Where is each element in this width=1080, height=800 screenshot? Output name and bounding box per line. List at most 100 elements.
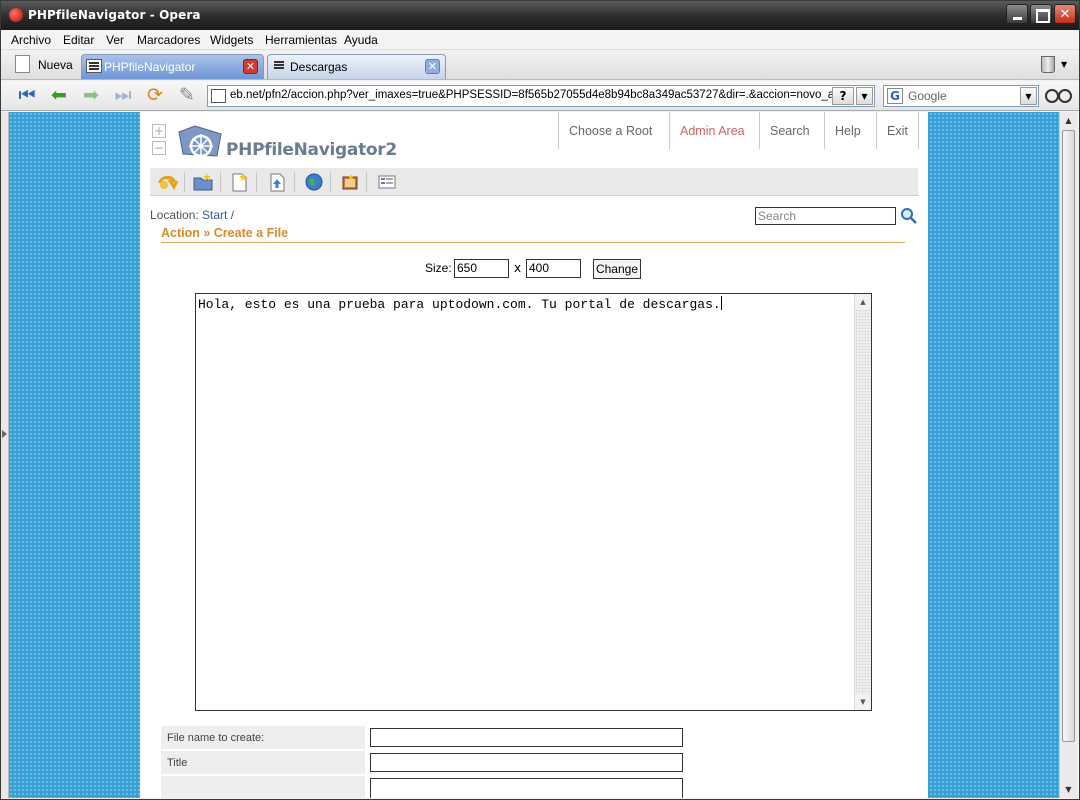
nav-help[interactable]: Help bbox=[824, 112, 871, 149]
fast-forward-icon[interactable]: ⏭ bbox=[111, 84, 135, 108]
download-favicon-icon bbox=[272, 59, 288, 73]
title-bar: PHPfileNavigator - Opera ✕ bbox=[1, 1, 1079, 30]
scroll-up-icon[interactable]: ▲ bbox=[855, 294, 871, 310]
scroll-down-icon[interactable]: ▼ bbox=[855, 694, 871, 710]
menu-archivo[interactable]: Archivo bbox=[11, 33, 51, 47]
close-icon: ✕ bbox=[1059, 7, 1071, 22]
back-arrow-icon[interactable]: ⬅ bbox=[47, 84, 71, 108]
text-caret bbox=[720, 296, 722, 310]
scrollbar-thumb[interactable] bbox=[1062, 130, 1075, 742]
menu-herramientas[interactable]: Herramientas bbox=[265, 33, 337, 47]
search-icon[interactable] bbox=[900, 207, 918, 225]
toolbar-separator bbox=[366, 172, 367, 192]
file-name-input[interactable] bbox=[370, 728, 683, 747]
action-toolbar bbox=[150, 168, 918, 196]
details-view-icon[interactable] bbox=[376, 171, 398, 193]
address-bar[interactable]: eb.net/pfn2/accion.php?ver_imaxes=true&P… bbox=[207, 85, 875, 107]
close-window-button[interactable]: ✕ bbox=[1054, 4, 1076, 24]
new-file-icon[interactable] bbox=[228, 171, 250, 193]
edit-pencil-icon[interactable]: ✎ bbox=[175, 84, 199, 108]
address-url: eb.net/pfn2/accion.php?ver_imaxes=true&P… bbox=[230, 89, 834, 101]
title-label: Title bbox=[161, 751, 365, 775]
location-separator: / bbox=[230, 208, 235, 222]
go-back-icon[interactable] bbox=[156, 171, 178, 193]
change-size-button[interactable]: Change bbox=[593, 259, 641, 279]
page-search-input[interactable]: Search bbox=[755, 207, 896, 225]
textarea-scrollbar[interactable]: ▲ ▼ bbox=[854, 294, 871, 710]
file-content-value: Hola, esto es una prueba para uptodown.c… bbox=[198, 297, 721, 312]
toolbar-separator bbox=[256, 172, 257, 192]
action-divider bbox=[161, 242, 905, 243]
toolbar-separator bbox=[220, 172, 221, 192]
navigation-toolbar: ⏮ ⬅ ➡ ⏭ ⟳ ✎ eb.net/pfn2/accion.php?ver_i… bbox=[1, 81, 1079, 111]
form-row-title: Title bbox=[161, 751, 711, 776]
width-input[interactable]: 650 bbox=[454, 259, 509, 278]
new-tab-label: Nueva bbox=[38, 58, 73, 72]
trash-dropdown-icon[interactable]: ▼ bbox=[1061, 60, 1067, 69]
nav-admin-area[interactable]: Admin Area bbox=[669, 112, 755, 149]
file-name-label: File name to create: bbox=[161, 726, 365, 750]
toolbar-separator bbox=[330, 172, 331, 192]
minimize-icon bbox=[1007, 5, 1027, 23]
page-viewport: + − PHPfileNavigator2 Choose a Root Admi… bbox=[9, 112, 1059, 798]
menu-ayuda[interactable]: Ayuda bbox=[344, 33, 378, 47]
search-engine-box[interactable]: G Google ▼ bbox=[883, 85, 1039, 107]
close-tab-icon[interactable]: ✕ bbox=[425, 59, 440, 74]
minimize-button[interactable] bbox=[1006, 4, 1028, 24]
nav-search[interactable]: Search bbox=[759, 112, 820, 149]
description-input[interactable] bbox=[370, 778, 683, 798]
maximize-button[interactable] bbox=[1030, 4, 1052, 24]
reload-icon[interactable]: ⟳ bbox=[143, 84, 167, 108]
maximize-icon bbox=[1031, 5, 1051, 23]
size-label: Size: bbox=[425, 261, 452, 275]
rewind-icon[interactable]: ⏮ bbox=[15, 84, 39, 108]
phpfilenavigator-logo-icon bbox=[178, 125, 222, 158]
expand-icon[interactable]: + bbox=[152, 124, 166, 138]
google-icon: G bbox=[887, 88, 903, 104]
page-scrollbar[interactable]: ▲ ▼ bbox=[1059, 112, 1077, 798]
search-engine-placeholder: Google bbox=[908, 89, 947, 103]
menu-editar[interactable]: Editar bbox=[63, 33, 94, 47]
menu-bar: Archivo Editar Ver Marcadores Widgets He… bbox=[1, 30, 1079, 50]
page-favicon-icon bbox=[211, 89, 226, 103]
menu-widgets[interactable]: Widgets bbox=[210, 33, 253, 47]
menu-marcadores[interactable]: Marcadores bbox=[137, 33, 200, 47]
tab-bar: Nueva PHPfileNavigator ✕ Descargas ✕ ▼ bbox=[1, 51, 1079, 80]
close-tab-icon[interactable]: ✕ bbox=[243, 59, 258, 74]
nav-choose-root[interactable]: Choose a Root bbox=[558, 112, 662, 149]
tab-label: Descargas bbox=[290, 60, 348, 74]
opera-logo-icon bbox=[9, 8, 23, 22]
trash-icon[interactable] bbox=[1041, 56, 1055, 73]
scroll-up-icon[interactable]: ▲ bbox=[1060, 112, 1077, 129]
size-separator: x bbox=[514, 261, 522, 275]
tab-descargas[interactable]: Descargas ✕ bbox=[267, 54, 446, 79]
panel-toggle[interactable] bbox=[1, 112, 9, 798]
page-favicon-icon bbox=[86, 59, 102, 73]
tab-label: PHPfileNavigator bbox=[104, 60, 196, 74]
location-breadcrumb: Location: Start / bbox=[150, 208, 234, 222]
location-start-link[interactable]: Start bbox=[202, 208, 227, 222]
upload-icon[interactable] bbox=[266, 171, 288, 193]
forward-arrow-icon[interactable]: ➡ bbox=[79, 84, 103, 108]
toolbar-separator bbox=[294, 172, 295, 192]
form-row-file-name: File name to create: bbox=[161, 726, 711, 751]
new-folder-icon[interactable] bbox=[192, 171, 214, 193]
help-button[interactable]: ? bbox=[832, 87, 854, 105]
form-row-description bbox=[161, 776, 711, 798]
tab-phpfilenavigator[interactable]: PHPfileNavigator ✕ bbox=[81, 54, 264, 79]
scroll-down-icon[interactable]: ▼ bbox=[1060, 781, 1077, 798]
address-dropdown-icon[interactable]: ▼ bbox=[856, 87, 873, 105]
file-content-textarea[interactable]: Hola, esto es una prueba para uptodown.c… bbox=[195, 293, 872, 711]
action-title: Action » Create a File bbox=[161, 226, 289, 240]
globe-icon[interactable] bbox=[303, 171, 325, 193]
image-gallery-icon[interactable] bbox=[339, 171, 361, 193]
menu-ver[interactable]: Ver bbox=[106, 33, 124, 47]
title-input[interactable] bbox=[370, 753, 683, 772]
toolbar-separator bbox=[184, 172, 185, 192]
description-label bbox=[161, 776, 365, 798]
glasses-icon[interactable] bbox=[1045, 89, 1072, 103]
search-dropdown-icon[interactable]: ▼ bbox=[1020, 87, 1037, 105]
nav-exit[interactable]: Exit bbox=[876, 112, 919, 149]
collapse-icon[interactable]: − bbox=[152, 141, 166, 155]
height-input[interactable]: 400 bbox=[526, 259, 581, 278]
